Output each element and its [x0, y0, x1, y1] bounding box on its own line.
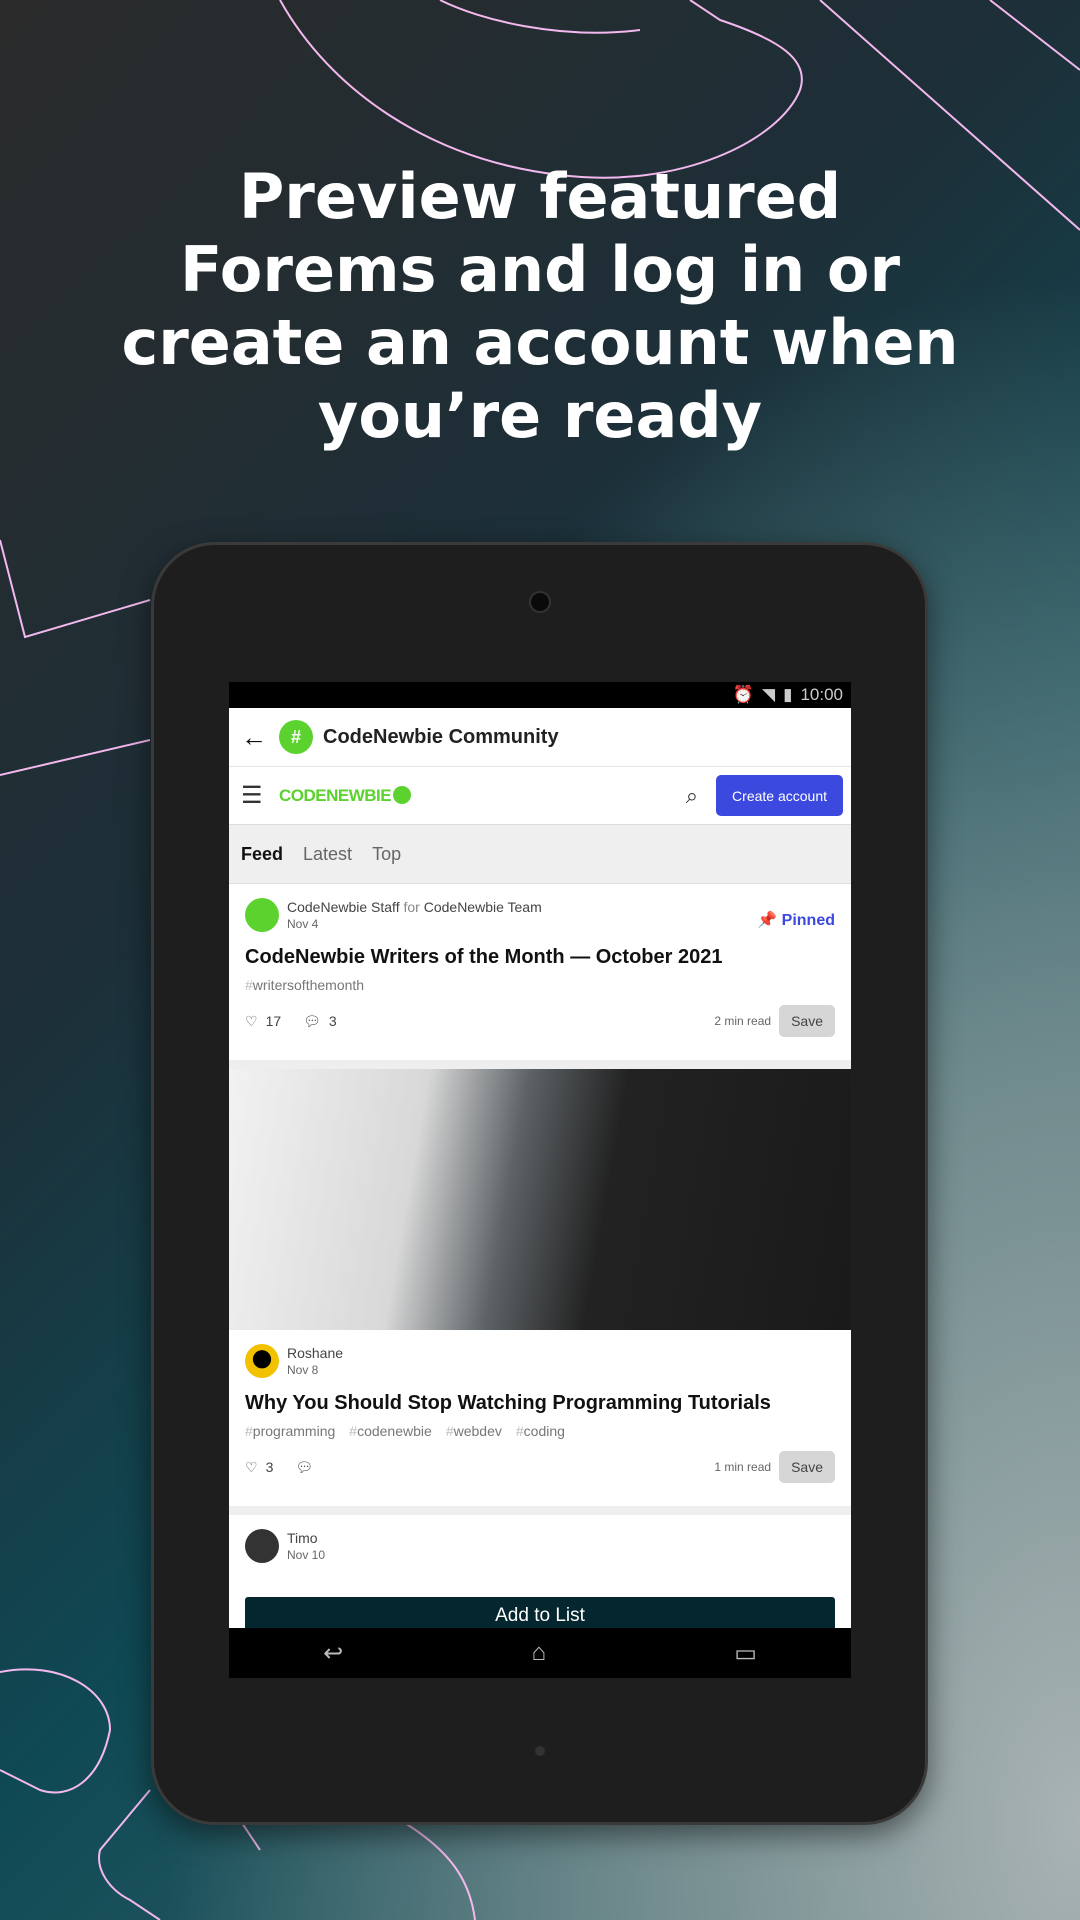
- app-title: CodeNewbie Community: [323, 725, 559, 748]
- recents-icon[interactable]: ▭: [734, 1639, 757, 1668]
- avatar: [245, 1529, 279, 1563]
- tag[interactable]: coding: [516, 1423, 565, 1439]
- camera: [529, 591, 551, 613]
- divider: [229, 1506, 851, 1515]
- author-name[interactable]: CodeNewbie Staff: [287, 899, 400, 915]
- home-icon[interactable]: ⌂: [531, 1639, 546, 1667]
- read-time: 1 min read: [714, 1460, 772, 1474]
- tag[interactable]: webdev: [446, 1423, 502, 1439]
- site-nav: ☰ CODENEWBIE ⌕ Create account: [229, 767, 851, 824]
- create-account-button[interactable]: Create account: [716, 775, 843, 816]
- tag[interactable]: codenewbie: [349, 1423, 432, 1439]
- pin-icon: 📌: [757, 912, 778, 929]
- post-date: Nov 8: [287, 1363, 319, 1377]
- search-icon[interactable]: ⌕: [686, 783, 698, 809]
- avatar: [245, 898, 279, 932]
- tab-feed[interactable]: Feed: [241, 844, 283, 865]
- post-date: Nov 4: [287, 917, 319, 931]
- cover-image-laptop[interactable]: [229, 1069, 851, 1330]
- org-name[interactable]: CodeNewbie Team: [424, 899, 542, 915]
- post-title[interactable]: CodeNewbie Writers of the Month — Octobe…: [245, 946, 835, 969]
- codenewbie-logo[interactable]: CODENEWBIE: [279, 785, 412, 806]
- device-screen: ⏰ ◥ ▮ 10:00 ← # CodeNewbie Community ☰ C…: [229, 682, 851, 1678]
- save-button[interactable]: Save: [779, 1005, 835, 1037]
- app-bar: ← # CodeNewbie Community: [229, 708, 851, 767]
- comment-icon[interactable]: 💬︎: [303, 1013, 321, 1030]
- headline: Preview featured Forems and log in or cre…: [121, 160, 959, 452]
- wifi-icon: ◥: [762, 685, 776, 704]
- pinned-badge: 📌 Pinned: [757, 912, 835, 929]
- back-icon[interactable]: ↩: [323, 1639, 343, 1668]
- feed-tabs: Feed Latest Top: [229, 824, 851, 884]
- post-date: Nov 10: [287, 1548, 326, 1562]
- post-title[interactable]: Why You Should Stop Watching Programming…: [245, 1392, 835, 1415]
- back-arrow-icon[interactable]: ←: [229, 722, 279, 753]
- clock: 10:00: [800, 685, 843, 704]
- alarm-icon: ⏰: [732, 685, 755, 704]
- android-nav-bar: ↩ ⌂ ▭: [229, 1628, 851, 1678]
- tab-latest[interactable]: Latest: [303, 844, 352, 865]
- author-name[interactable]: Roshane: [287, 1345, 343, 1361]
- post-card[interactable]: CodeNewbie Staff for CodeNewbie Team Nov…: [229, 884, 851, 1060]
- author-name[interactable]: Timo: [287, 1530, 325, 1546]
- logo-badge-icon: [393, 785, 412, 804]
- tab-top[interactable]: Top: [372, 844, 401, 865]
- read-time: 2 min read: [714, 1014, 772, 1028]
- comment-icon[interactable]: 💬︎: [295, 1459, 313, 1476]
- sensor: [535, 1746, 545, 1756]
- community-logo-icon: #: [279, 720, 313, 754]
- tag[interactable]: writersofthemonth: [245, 977, 364, 993]
- heart-icon[interactable]: ♡: [245, 1459, 258, 1476]
- battery-icon: ▮: [783, 685, 793, 704]
- hamburger-menu-icon[interactable]: ☰: [241, 781, 279, 810]
- post-card[interactable]: Roshane Nov 8 Why You Should Stop Watchi…: [229, 1330, 851, 1506]
- status-bar: ⏰ ◥ ▮ 10:00: [229, 682, 851, 708]
- heart-icon[interactable]: ♡: [245, 1013, 258, 1030]
- divider: [229, 1060, 851, 1069]
- avatar: [245, 1344, 279, 1378]
- save-button[interactable]: Save: [779, 1451, 835, 1483]
- tag[interactable]: programming: [245, 1423, 335, 1439]
